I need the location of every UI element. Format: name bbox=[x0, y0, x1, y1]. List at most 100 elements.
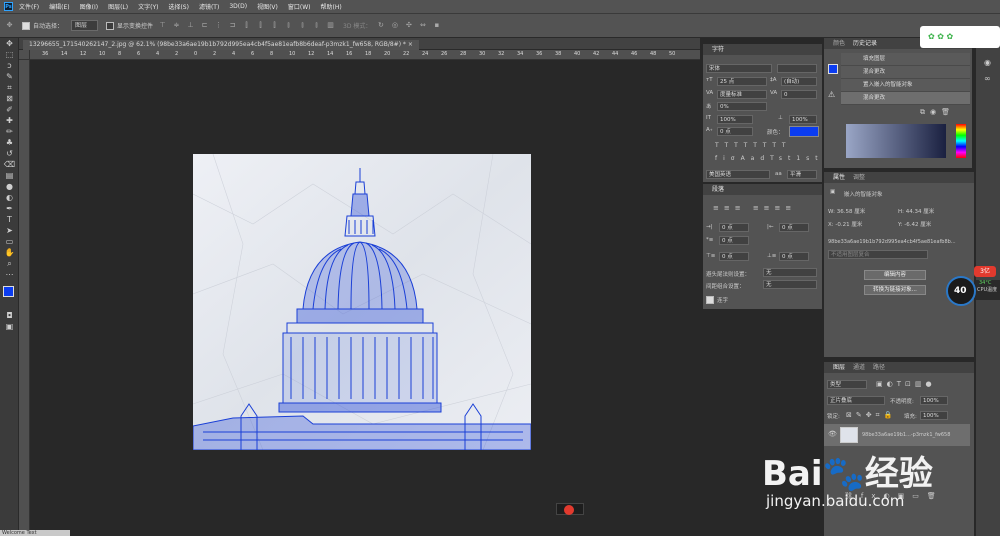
font-size-field[interactable]: 25 点 bbox=[717, 77, 767, 86]
dock-info-icon[interactable]: ◉ bbox=[984, 58, 991, 67]
hyphenate-checkbox[interactable]: 连字 bbox=[706, 296, 728, 304]
menu-image[interactable]: 图像(I) bbox=[80, 2, 98, 11]
clone-stamp-icon[interactable]: ♣ bbox=[0, 137, 19, 148]
tab-properties[interactable]: 属性 bbox=[829, 172, 849, 183]
history-item[interactable]: 置入嵌入的智能对象 bbox=[841, 79, 970, 92]
menu-view[interactable]: 视图(V) bbox=[257, 2, 278, 11]
width-value[interactable]: W: 36.58 厘米 bbox=[828, 207, 865, 215]
distribute-left-icon[interactable]: ⫾ bbox=[284, 21, 293, 30]
show-transform-checkbox[interactable]: 显示变换控件 bbox=[106, 21, 153, 30]
menu-select[interactable]: 选择(S) bbox=[168, 2, 189, 11]
layer-filter-select[interactable]: 类型 bbox=[827, 380, 867, 389]
eraser-tool-icon[interactable]: ⌫ bbox=[0, 159, 19, 170]
menu-help[interactable]: 帮助(H) bbox=[321, 2, 342, 11]
3d-scale-icon[interactable]: ▪ bbox=[432, 21, 441, 30]
frame-tool-icon[interactable]: ⊠ bbox=[0, 93, 19, 104]
text-style-buttons[interactable]: TTTTTTTT bbox=[715, 142, 792, 149]
healing-brush-icon[interactable]: ✚ bbox=[0, 115, 19, 126]
foreground-color-swatch[interactable] bbox=[3, 286, 14, 297]
tsume-field[interactable]: 0% bbox=[717, 102, 767, 111]
x-value[interactable]: X: -0.21 厘米 bbox=[828, 220, 862, 228]
shape-tool-icon[interactable]: ▭ bbox=[0, 236, 19, 247]
3d-rotate-icon[interactable]: ↻ bbox=[376, 21, 385, 30]
tab-color[interactable]: 颜色 bbox=[829, 38, 849, 49]
align-right-icon[interactable]: ⊐ bbox=[228, 21, 237, 30]
cpu-gauge[interactable]: 40 bbox=[946, 276, 976, 306]
color-fg-swatch[interactable] bbox=[828, 64, 838, 74]
opentype-buttons[interactable]: fiσAadTst1st½ bbox=[715, 155, 835, 162]
ruler-origin[interactable] bbox=[19, 50, 30, 60]
hand-tool-icon[interactable]: ✋ bbox=[0, 247, 19, 258]
auto-align-icon[interactable]: ▥ bbox=[326, 21, 335, 30]
marquee-tool-icon[interactable]: ⬚ bbox=[0, 49, 19, 60]
lasso-tool-icon[interactable]: ↄ bbox=[0, 60, 19, 71]
3d-roll-icon[interactable]: ◎ bbox=[390, 21, 399, 30]
move-tool-icon[interactable]: ✥ bbox=[0, 38, 19, 49]
menu-file[interactable]: 文件(F) bbox=[19, 2, 39, 11]
document-tab[interactable]: 13296655_171540262147_2.jpg @ 62.1% (98b… bbox=[23, 40, 419, 50]
pen-tool-icon[interactable]: ✒ bbox=[0, 203, 19, 214]
font-family-select[interactable]: 宋体 bbox=[706, 64, 772, 73]
checkbox-icon[interactable] bbox=[706, 296, 714, 304]
kerning-field[interactable]: 度量标准 bbox=[717, 90, 767, 99]
close-icon[interactable]: × bbox=[408, 41, 413, 48]
menu-edit[interactable]: 编辑(E) bbox=[49, 2, 69, 11]
type-tool-icon[interactable]: T bbox=[0, 214, 19, 225]
color-swatches[interactable] bbox=[0, 280, 18, 310]
text-color-swatch[interactable] bbox=[789, 126, 819, 137]
lock-icons[interactable]: ⊠✎✥⌗🔒 bbox=[846, 411, 896, 420]
screen-mode-icon[interactable]: ▣ bbox=[0, 321, 19, 332]
convert-linked-button[interactable]: 转换为链接对象... bbox=[864, 285, 926, 295]
tab-paragraph[interactable]: 段落 bbox=[708, 184, 728, 195]
3d-drag-icon[interactable]: ✣ bbox=[404, 21, 413, 30]
distribute-hcenter-icon[interactable]: ⫾ bbox=[298, 21, 307, 30]
history-actions[interactable]: ⧉◉🗑 bbox=[920, 108, 955, 117]
tab-character[interactable]: 字符 bbox=[708, 44, 728, 55]
menu-type[interactable]: 文字(Y) bbox=[138, 2, 158, 11]
leading-field[interactable]: (自动) bbox=[781, 77, 817, 86]
space-before-field[interactable]: 0 点 bbox=[719, 252, 749, 261]
align-vcenter-icon[interactable]: ≑ bbox=[172, 21, 181, 30]
horizontal-scale-field[interactable]: 100% bbox=[789, 115, 817, 124]
height-value[interactable]: H: 44.34 厘米 bbox=[898, 207, 934, 215]
brush-tool-icon[interactable]: ✏ bbox=[0, 126, 19, 137]
history-item[interactable]: 填充图层 bbox=[841, 53, 970, 66]
font-style-select[interactable] bbox=[777, 64, 817, 73]
color-picker-field[interactable] bbox=[846, 124, 946, 158]
antialias-select[interactable]: 平滑 bbox=[787, 170, 817, 179]
canvas-image[interactable] bbox=[193, 154, 531, 450]
quick-mask-icon[interactable]: ◘ bbox=[0, 310, 19, 321]
vertical-scale-field[interactable]: 100% bbox=[717, 115, 753, 124]
language-select[interactable]: 美国英语 bbox=[706, 170, 770, 179]
distribute-top-icon[interactable]: ⫿ bbox=[242, 21, 251, 30]
dock-glasses-icon[interactable]: ∞ bbox=[984, 74, 991, 83]
floating-green-widget[interactable]: ✿ ✿ ✿ bbox=[920, 26, 1000, 48]
auto-select-dropdown[interactable]: 图层 bbox=[71, 20, 99, 31]
fill-field[interactable]: 100% bbox=[920, 411, 948, 420]
menu-3d[interactable]: 3D(D) bbox=[229, 3, 247, 10]
eyedropper-tool-icon[interactable]: ✐ bbox=[0, 104, 19, 115]
distribute-vcenter-icon[interactable]: ⫿ bbox=[256, 21, 265, 30]
mojikumi-select[interactable]: 无 bbox=[763, 280, 817, 289]
history-item[interactable]: 混合更改 bbox=[841, 92, 970, 105]
history-brush-icon[interactable]: ↺ bbox=[0, 148, 19, 159]
tab-channels[interactable]: 通道 bbox=[849, 362, 869, 373]
tab-layers[interactable]: 图层 bbox=[829, 362, 849, 373]
checkbox-icon[interactable] bbox=[22, 21, 30, 30]
distribute-right-icon[interactable]: ⫾ bbox=[312, 21, 321, 30]
kinsoku-select[interactable]: 无 bbox=[763, 268, 817, 277]
y-value[interactable]: Y: -6.42 厘米 bbox=[898, 220, 931, 228]
tab-adjustments[interactable]: 调整 bbox=[849, 172, 869, 183]
path-select-icon[interactable]: ➤ bbox=[0, 225, 19, 236]
edit-contents-button[interactable]: 编辑内容 bbox=[864, 270, 926, 280]
alignment-buttons[interactable]: ≡≡≡ ≡≡≡≡ bbox=[713, 204, 796, 212]
distribute-bottom-icon[interactable]: ⫿ bbox=[270, 21, 279, 30]
tracking-field[interactable]: 0 bbox=[781, 90, 817, 99]
zoom-tool-icon[interactable]: ⌕ bbox=[0, 258, 19, 269]
move-tool-icon[interactable]: ✥ bbox=[5, 21, 14, 30]
history-item[interactable]: 混合更改 bbox=[841, 66, 970, 79]
space-after-field[interactable]: 0 点 bbox=[779, 252, 809, 261]
blend-mode-select[interactable]: 正片叠底 bbox=[827, 396, 885, 405]
auto-select-checkbox[interactable]: 自动选择： bbox=[22, 21, 63, 30]
floating-app-icon[interactable] bbox=[556, 503, 584, 515]
